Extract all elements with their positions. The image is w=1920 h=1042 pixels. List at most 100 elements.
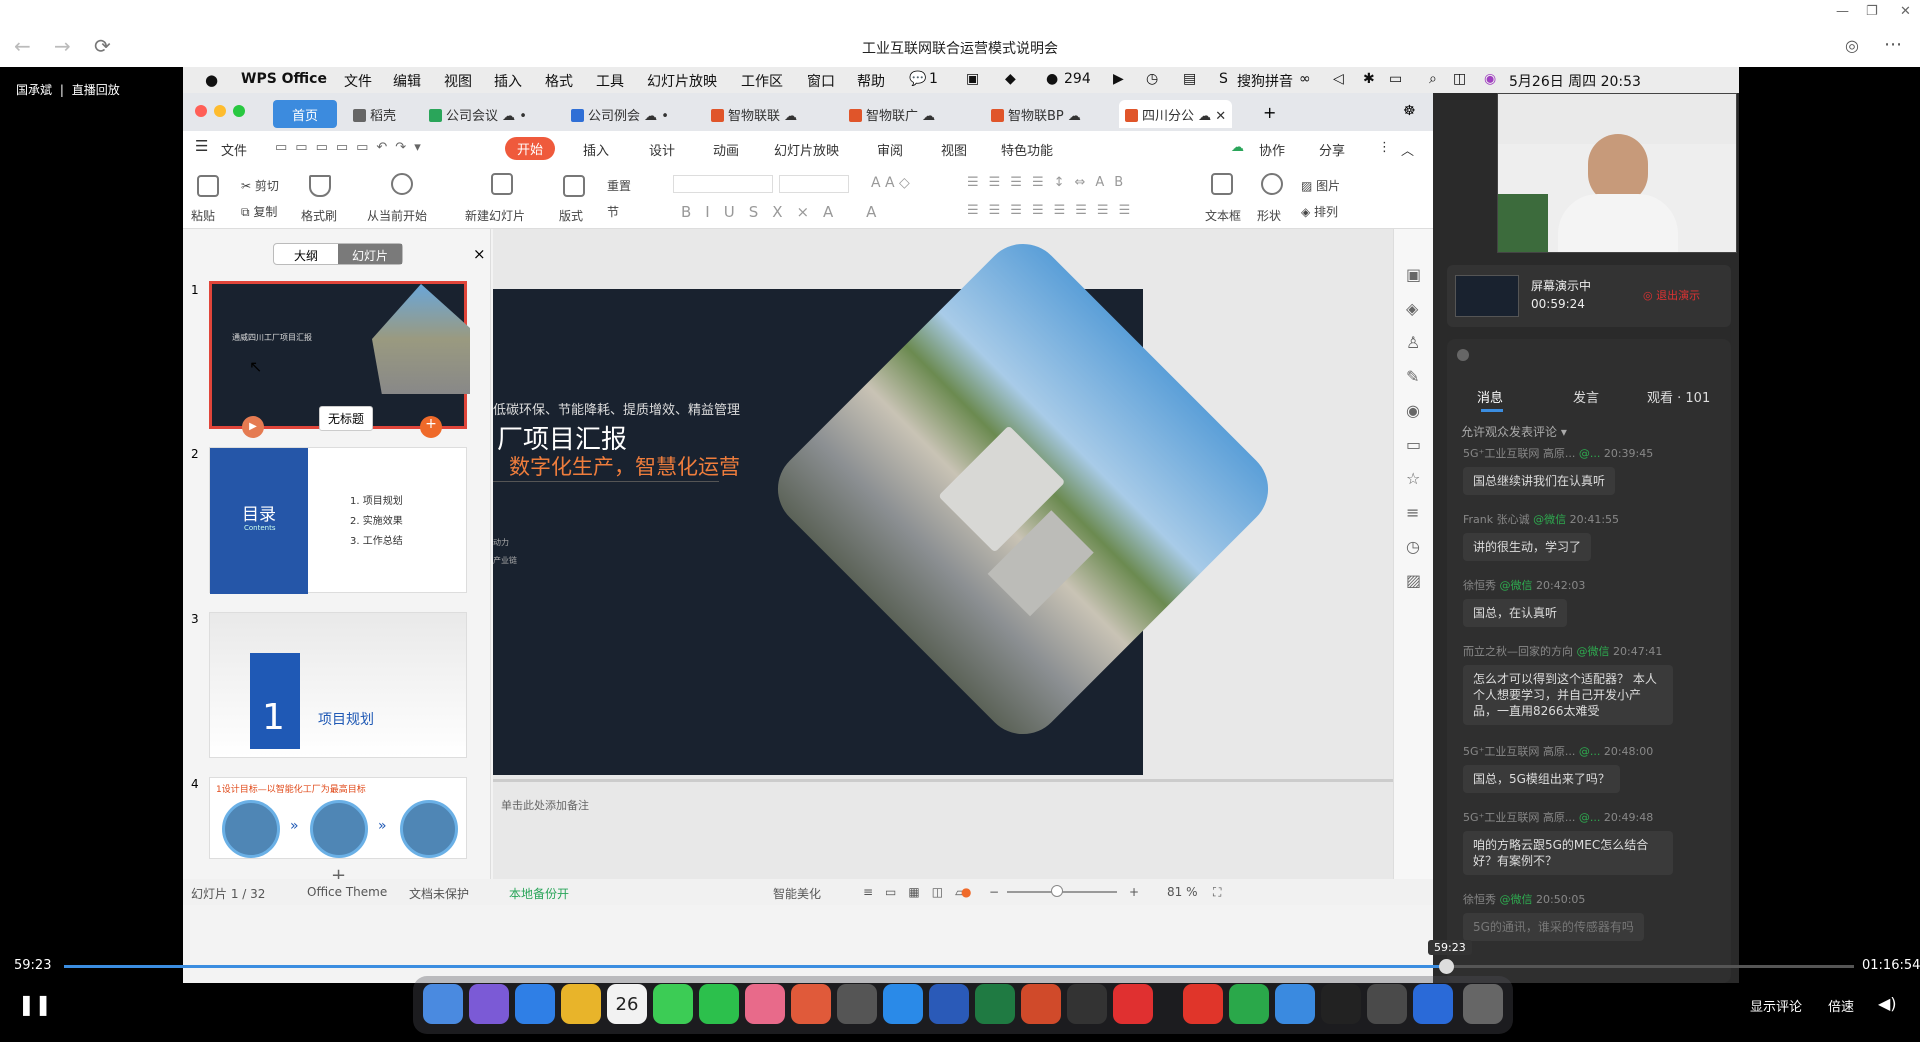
tab-viewers[interactable]: 观看 · 101	[1647, 387, 1710, 406]
menu-file[interactable]: 文件	[344, 71, 372, 91]
format-painter-icon[interactable]	[309, 175, 331, 197]
tab-doc-1[interactable]: 公司会议 ☁ •	[423, 100, 533, 128]
tool-icon-4[interactable]: ✎	[1406, 367, 1419, 386]
slide-thumb-3[interactable]: 1 项目规划	[209, 612, 467, 758]
close-panel-icon[interactable]: ×	[473, 245, 486, 263]
new-slide-button[interactable]: 新建幻灯片	[465, 207, 525, 224]
tab-home[interactable]: 首页	[273, 100, 337, 128]
font-grow-icon[interactable]: A A ◇	[871, 175, 910, 191]
play-slide-icon[interactable]: ▶	[242, 416, 264, 438]
protect-status[interactable]: 文档未保护	[409, 885, 469, 902]
slide-thumb-2[interactable]: 目录 Contents 1. 项目规划 2. 实施效果 3. 工作总结	[209, 447, 467, 594]
menu-view[interactable]: 视图	[444, 71, 472, 91]
menu-slideshow[interactable]: 幻灯片放映	[647, 71, 717, 91]
slide-thumb-4[interactable]: 1设计目标—以智能化工厂为最高目标 » »	[209, 777, 467, 859]
wps-icon[interactable]: ▣	[966, 71, 979, 87]
fit-icon[interactable]: ⛶	[1213, 885, 1221, 900]
speed-button[interactable]: 倍速	[1828, 996, 1854, 1015]
paste-button[interactable]: 粘贴	[191, 207, 215, 224]
sogou-icon[interactable]: S	[1219, 71, 1228, 87]
shape-icon[interactable]	[1261, 173, 1283, 195]
tab-docer[interactable]: 稻壳	[347, 100, 402, 128]
tool-icon-8[interactable]: ≡	[1406, 503, 1419, 522]
tab-insert[interactable]: 插入	[583, 140, 609, 159]
textbox-button[interactable]: 文本框	[1205, 207, 1241, 224]
new-slide-icon[interactable]	[491, 173, 513, 195]
chat-bubble-icon[interactable]: 💬	[909, 71, 926, 87]
play-from-current-button[interactable]: 从当前开始	[367, 207, 427, 224]
paste-icon[interactable]	[197, 175, 219, 197]
minimize-dot-icon[interactable]	[214, 105, 226, 117]
tool-icon-6[interactable]: ▭	[1406, 435, 1421, 454]
zoom-dot-icon[interactable]	[233, 105, 245, 117]
format-painter-button[interactable]: 格式刷	[301, 207, 337, 224]
notify-icon[interactable]: ●	[1046, 71, 1058, 87]
font-family-select[interactable]	[673, 175, 773, 193]
add-slide-icon[interactable]: +	[420, 416, 442, 438]
menu-file-wps[interactable]: 文件	[221, 140, 247, 159]
tab-slideshow[interactable]: 幻灯片放映	[774, 140, 839, 159]
settings-icon[interactable]: ☸	[1403, 103, 1416, 119]
cloud-icon[interactable]: ☁	[1231, 140, 1244, 155]
more-icon[interactable]: ⋮	[1378, 140, 1391, 155]
link-icon[interactable]: ∞	[1299, 71, 1311, 87]
layout-icon[interactable]	[563, 175, 585, 197]
share-button[interactable]: 分享	[1319, 140, 1345, 159]
close-dot-icon[interactable]	[195, 105, 207, 117]
tab-doc-3[interactable]: 智物联联 ☁	[705, 100, 803, 128]
collab-button[interactable]: 协作	[1259, 140, 1285, 159]
play-button-icon[interactable]: ●	[961, 885, 971, 899]
section-button[interactable]: 节	[607, 203, 619, 220]
tab-design[interactable]: 设计	[649, 140, 675, 159]
keyboard-icon[interactable]: ▤	[1183, 71, 1196, 87]
clock-icon[interactable]: ◷	[1146, 71, 1158, 87]
align-icons[interactable]: ☰☰☰☰☰☰☰☰	[967, 203, 1140, 218]
tab-doc-2[interactable]: 公司例会 ☁ •	[565, 100, 675, 128]
layout-button[interactable]: 版式	[559, 207, 583, 224]
zoom-in-icon[interactable]: +	[1129, 885, 1139, 899]
hamburger-icon[interactable]: ☰	[195, 137, 208, 155]
menu-help[interactable]: 帮助	[857, 71, 885, 91]
zoom-out-icon[interactable]: −	[989, 885, 999, 899]
tab-review[interactable]: 审阅	[877, 140, 903, 159]
play-circle-icon[interactable]: ▶	[1113, 71, 1124, 87]
arrange-button[interactable]: ◈ 排列	[1301, 203, 1338, 220]
new-tab-icon[interactable]: +	[1263, 103, 1276, 122]
paragraph-icons[interactable]: ☰☰☰☰↕⇔AB	[967, 175, 1133, 190]
copy-button[interactable]: ⧉ 复制	[241, 203, 277, 220]
menu-insert[interactable]: 插入	[494, 71, 522, 91]
apple-icon[interactable]: ●	[205, 71, 218, 89]
backup-status[interactable]: 本地备份开	[509, 885, 569, 902]
volume-icon[interactable]: ◀)	[1878, 994, 1897, 1013]
close-icon[interactable]: ✕	[1900, 4, 1911, 19]
font-size-select[interactable]	[779, 175, 849, 193]
evernote-icon[interactable]: ◆	[1005, 71, 1016, 87]
progress-bar[interactable]	[64, 959, 1854, 974]
menu-workspace[interactable]: 工作区	[741, 71, 783, 91]
tool-icon-1[interactable]: ▣	[1406, 265, 1421, 284]
notes-placeholder[interactable]: 单击此处添加备注	[501, 797, 589, 813]
tab-start[interactable]: 开始	[505, 137, 556, 160]
tool-icon-7[interactable]: ☆	[1406, 469, 1420, 488]
font-style-icons[interactable]: BIUSX×A A	[681, 203, 890, 221]
tab-view[interactable]: 视图	[941, 140, 967, 159]
reset-button[interactable]: 重置	[607, 177, 631, 194]
tab-messages[interactable]: 消息	[1477, 387, 1503, 406]
slides-tab[interactable]: 幻灯片	[338, 244, 402, 264]
tool-icon-10[interactable]: ▨	[1406, 571, 1421, 590]
menu-format[interactable]: 格式	[545, 71, 573, 91]
allow-comments-select[interactable]: 允许观众发表评论 ▾	[1461, 423, 1567, 440]
menu-tools[interactable]: 工具	[596, 71, 624, 91]
collapse-icon[interactable]: ︿	[1401, 140, 1414, 159]
shape-button[interactable]: 形状	[1257, 207, 1281, 224]
restore-icon[interactable]: ❐	[1866, 4, 1878, 19]
battery-icon[interactable]: ▭	[1389, 71, 1402, 87]
picture-button[interactable]: ▨ 图片	[1301, 177, 1340, 194]
beautify-button[interactable]: 智能美化	[773, 885, 821, 902]
tab-features[interactable]: 特色功能	[1001, 140, 1053, 159]
quick-access-icons[interactable]: ▭▭▭▭▭↶↷▾	[275, 140, 429, 155]
play-icon[interactable]	[391, 173, 413, 195]
minimize-icon[interactable]: —	[1836, 4, 1849, 19]
tool-icon-5[interactable]: ◉	[1406, 401, 1420, 420]
input-method[interactable]: 搜狗拼音	[1237, 71, 1293, 91]
